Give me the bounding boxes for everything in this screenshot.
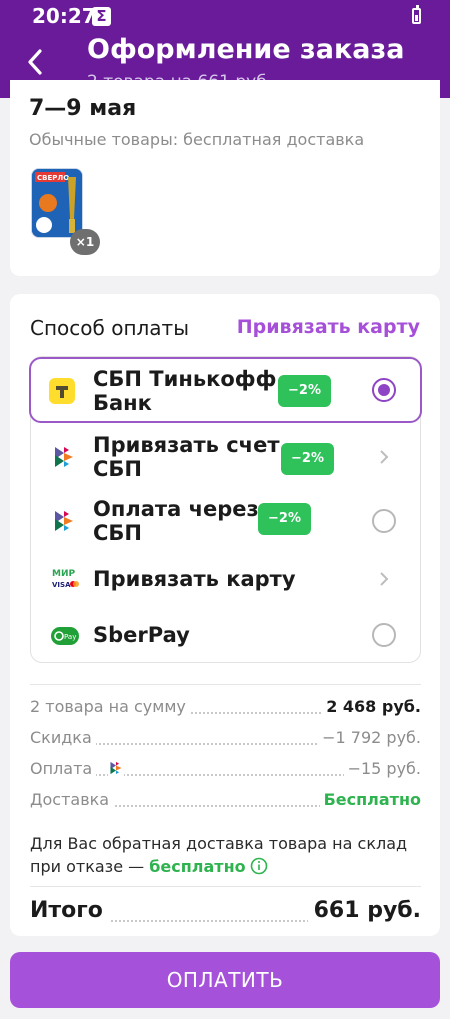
link-card-button[interactable]: Привязать карту [237,316,420,338]
payment-method-sberpay[interactable]: Pay SberPay [31,605,422,665]
discount-badge: −2% [278,375,331,407]
summary-row-delivery: Доставка Бесплатно [30,790,421,809]
payment-method-link-card[interactable]: МИР VISA Привязать карту [31,549,422,609]
radio-unselected[interactable] [372,509,396,533]
summary-row-discount: Скидка −1 792 руб. [30,728,421,747]
chevron-right-icon [380,450,389,464]
divider [30,684,421,685]
method-label: Оплата через СБП [93,497,259,545]
payment-heading: Способ оплаты [30,316,189,340]
discount-badge: −2% [258,503,311,535]
sbp-icon [55,511,73,531]
sberpay-icon: Pay [51,627,79,645]
summary-row-items: 2 товара на сумму 2 468 руб. [30,697,421,716]
total-label: Итого [30,898,109,923]
total-row: Итого 661 руб. [30,898,421,928]
svg-text:VISA: VISA [52,581,71,589]
page-title: Оформление заказа [87,34,405,65]
return-delivery-note: Для Вас обратная доставка товара на скла… [30,834,408,876]
info-icon[interactable] [250,857,268,875]
delivery-date: 7—9 мая [29,96,137,121]
delivery-card: 7—9 мая Обычные товары: бесплатная доста… [10,80,440,276]
payment-card: Способ оплаты Привязать карту СБП Тинько… [10,294,440,936]
thumbnail-title: СВЕРЛО [37,174,69,182]
method-label: Привязать счет СБП [93,433,280,481]
pay-button[interactable]: ОПЛАТИТЬ [10,952,440,1008]
chevron-right-icon [380,572,389,586]
total-value: 661 руб. [307,898,421,923]
status-bar: 20:27 Σ [0,0,450,32]
svg-text:Pay: Pay [64,633,76,641]
radio-unselected[interactable] [372,623,396,647]
summary-row-payment: Оплата −15 руб. [30,759,421,778]
back-arrow-icon [28,49,42,75]
method-label: SberPay [93,623,190,647]
divider [30,886,421,887]
svg-text:МИР: МИР [52,569,75,579]
delivery-note: Обычные товары: бесплатная доставка [29,130,365,149]
quantity-badge: ×1 [70,229,100,255]
payment-method-link-sbp-account[interactable]: Привязать счет СБП −2% [31,427,422,487]
battery-icon [412,5,421,24]
sbp-icon [55,447,73,467]
payment-methods-list: СБП Тинькофф Банк −2% Привязать счет СБП −… [29,356,422,665]
status-time: 20:27 [32,4,96,28]
discount-badge: −2% [281,443,334,475]
tinkoff-icon [49,378,75,404]
sigma-app-icon: Σ [92,7,111,26]
back-button[interactable] [20,44,50,80]
payment-method-tinkoff-sbp[interactable]: СБП Тинькофф Банк −2% [29,357,422,423]
mir-visa-mastercard-icon: МИР VISA [52,569,79,589]
drill-bit-image: СВЕРЛО [32,169,82,237]
method-label: Привязать карту [93,567,296,591]
method-label: СБП Тинькофф Банк [93,367,277,415]
payment-method-pay-sbp[interactable]: Оплата через СБП −2% [31,491,422,551]
sbp-icon [108,760,124,776]
product-thumbnail[interactable]: СВЕРЛО [31,168,83,238]
radio-selected[interactable] [372,378,396,402]
